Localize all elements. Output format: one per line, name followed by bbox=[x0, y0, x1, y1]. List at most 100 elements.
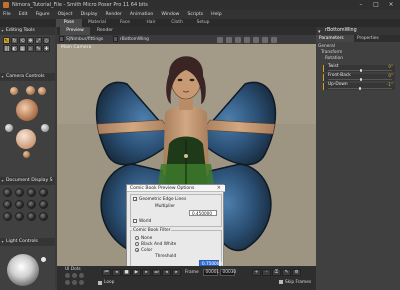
menu-help[interactable]: Help bbox=[211, 12, 221, 17]
right-hand-camera-icon[interactable] bbox=[38, 87, 46, 95]
maximize-button[interactable]: □ bbox=[369, 0, 383, 10]
sketch-render-icon[interactable] bbox=[244, 36, 250, 43]
menu-window[interactable]: Window bbox=[161, 12, 179, 17]
room-tab-hair[interactable]: Hair bbox=[138, 19, 164, 27]
selected-actor-title[interactable]: rBottomWing bbox=[316, 27, 400, 35]
panel-menu-icon[interactable]: ▾ bbox=[318, 29, 321, 35]
ui-dots-label[interactable]: UI Dots bbox=[65, 267, 81, 272]
last-frame-button[interactable]: ⏭ bbox=[152, 269, 161, 276]
display-style-silhouette-icon[interactable] bbox=[3, 188, 12, 197]
ui-dot-3[interactable] bbox=[79, 273, 84, 278]
menu-render[interactable]: Render bbox=[106, 12, 122, 17]
param-twist-knob[interactable] bbox=[360, 69, 363, 72]
display-style-smooth-lined-icon[interactable] bbox=[15, 212, 24, 221]
move-xy-icon[interactable] bbox=[41, 124, 49, 132]
step-back-button[interactable]: ◂ bbox=[162, 269, 171, 276]
tab-parameters[interactable]: Parameters bbox=[316, 35, 354, 42]
remove-keyframe-button[interactable]: – bbox=[262, 269, 271, 276]
param-twist[interactable]: Twist 0° bbox=[323, 64, 395, 72]
loop-checkbox[interactable] bbox=[98, 281, 102, 285]
scale-camera-icon[interactable] bbox=[23, 151, 30, 158]
grouping-tool-icon[interactable]: ▦ bbox=[19, 45, 26, 52]
scale-tool-icon[interactable]: ⤢ bbox=[35, 37, 42, 44]
light-sphere-icon[interactable] bbox=[7, 254, 39, 286]
first-frame-button[interactable]: ⏮ bbox=[102, 269, 111, 276]
keyframes-editor-button[interactable]: ⚿ bbox=[272, 269, 281, 276]
display-style-texture-shaded-icon[interactable] bbox=[27, 212, 36, 221]
ui-dot-2[interactable] bbox=[72, 273, 77, 278]
comic-book-toggle-icon[interactable] bbox=[262, 36, 268, 43]
area-render-icon[interactable] bbox=[235, 36, 241, 43]
display-style-hidden-line-icon[interactable] bbox=[39, 188, 48, 197]
render-icon[interactable] bbox=[226, 36, 232, 43]
menu-figure[interactable]: Figure bbox=[36, 12, 50, 17]
skip-frames-checkbox[interactable] bbox=[279, 280, 283, 284]
param-up-down[interactable]: Up-Down -1° bbox=[323, 82, 395, 90]
menu-animation[interactable]: Animation bbox=[130, 12, 153, 17]
tab-render[interactable]: Render bbox=[91, 27, 119, 35]
camera-label[interactable]: Main Camera bbox=[61, 45, 91, 50]
preview-options-icon[interactable] bbox=[253, 36, 259, 43]
display-style-smooth-shaded-icon[interactable] bbox=[3, 212, 12, 221]
ui-dot-4[interactable] bbox=[65, 280, 70, 285]
ui-dot-6[interactable] bbox=[79, 280, 84, 285]
ui-dot-1[interactable] bbox=[65, 273, 70, 278]
display-style-lit-wireframe-icon[interactable] bbox=[3, 200, 12, 209]
close-window-button[interactable]: × bbox=[384, 0, 398, 10]
ui-dot-5[interactable] bbox=[72, 280, 77, 285]
add-keyframe-button[interactable]: + bbox=[252, 269, 261, 276]
next-keyframe-button[interactable]: ▸ bbox=[142, 269, 151, 276]
menu-edit[interactable]: Edit bbox=[19, 12, 28, 17]
hand-camera-icon[interactable] bbox=[26, 86, 35, 95]
camera-controls-header[interactable]: Camera Controls bbox=[0, 73, 55, 81]
filter-none-radio[interactable] bbox=[135, 236, 139, 240]
filter-color-radio[interactable] bbox=[135, 248, 139, 252]
room-tab-cloth[interactable]: Cloth bbox=[164, 19, 190, 27]
editing-tools-header[interactable]: Editing Tools bbox=[0, 27, 55, 35]
translate-tool-icon[interactable]: ✥ bbox=[27, 37, 34, 44]
figure-selector[interactable]: S|Nimbur/fittings bbox=[66, 36, 103, 43]
trackball-icon[interactable] bbox=[16, 99, 38, 121]
twist-tool-icon[interactable]: ⟲ bbox=[19, 37, 26, 44]
minimize-button[interactable]: – bbox=[354, 0, 368, 10]
param-up-down-value[interactable]: -1° bbox=[387, 82, 393, 87]
param-up-down-knob[interactable] bbox=[359, 87, 362, 90]
param-front-back-knob[interactable] bbox=[360, 78, 363, 81]
current-frame-field[interactable]: 00001 bbox=[203, 269, 219, 276]
display-style-wireframe-icon[interactable] bbox=[27, 188, 36, 197]
shadow-toggle-icon[interactable] bbox=[271, 36, 277, 43]
view-magnifier-icon[interactable]: ⌕ bbox=[27, 45, 34, 52]
direct-manipulation-icon[interactable]: ✚ bbox=[43, 45, 50, 52]
menu-display[interactable]: Display bbox=[81, 12, 98, 17]
menu-file[interactable]: File bbox=[3, 12, 11, 17]
display-style-sketch-icon[interactable] bbox=[39, 212, 48, 221]
dialog-close-button[interactable]: × bbox=[217, 185, 221, 192]
tab-preview[interactable]: Preview bbox=[60, 27, 90, 35]
taper-tool-icon[interactable]: ◇ bbox=[43, 37, 50, 44]
move-xz-icon[interactable] bbox=[5, 124, 13, 132]
tab-properties[interactable]: Properties bbox=[354, 35, 392, 42]
document-display-header[interactable]: Document Display S bbox=[0, 177, 55, 185]
play-button[interactable]: ▶ bbox=[132, 269, 141, 276]
world-checkbox[interactable] bbox=[133, 219, 137, 223]
light-controls-header[interactable]: Light Controls bbox=[0, 238, 55, 246]
room-tab-setup[interactable]: Setup bbox=[190, 19, 216, 27]
room-tab-material[interactable]: Material bbox=[82, 19, 112, 27]
camera-rotation-icon[interactable] bbox=[16, 129, 36, 149]
param-twist-value[interactable]: 0° bbox=[388, 64, 393, 69]
chain-break-tool-icon[interactable]: ⛓ bbox=[3, 45, 10, 52]
prev-keyframe-button[interactable]: ◂ bbox=[112, 269, 121, 276]
param-front-back-value[interactable]: 0° bbox=[388, 73, 393, 78]
actor-selector-icon[interactable] bbox=[113, 36, 118, 42]
total-frames-field[interactable]: 00030 bbox=[220, 269, 236, 276]
room-tab-pose[interactable]: Pose bbox=[56, 19, 82, 27]
color-tool-icon[interactable]: ◐ bbox=[11, 45, 18, 52]
rotate-tool-icon[interactable]: ↻ bbox=[11, 37, 18, 44]
animation-settings-button[interactable]: ⚙ bbox=[292, 269, 301, 276]
actor-selector[interactable]: rBottomWing bbox=[120, 36, 149, 43]
step-forward-button[interactable]: ▸ bbox=[172, 269, 181, 276]
filter-black-and-white-radio[interactable] bbox=[135, 242, 139, 246]
stop-button[interactable]: ■ bbox=[122, 269, 131, 276]
display-style-cartoon-icon[interactable] bbox=[39, 200, 48, 209]
edit-keyframes-button[interactable]: ✎ bbox=[282, 269, 291, 276]
